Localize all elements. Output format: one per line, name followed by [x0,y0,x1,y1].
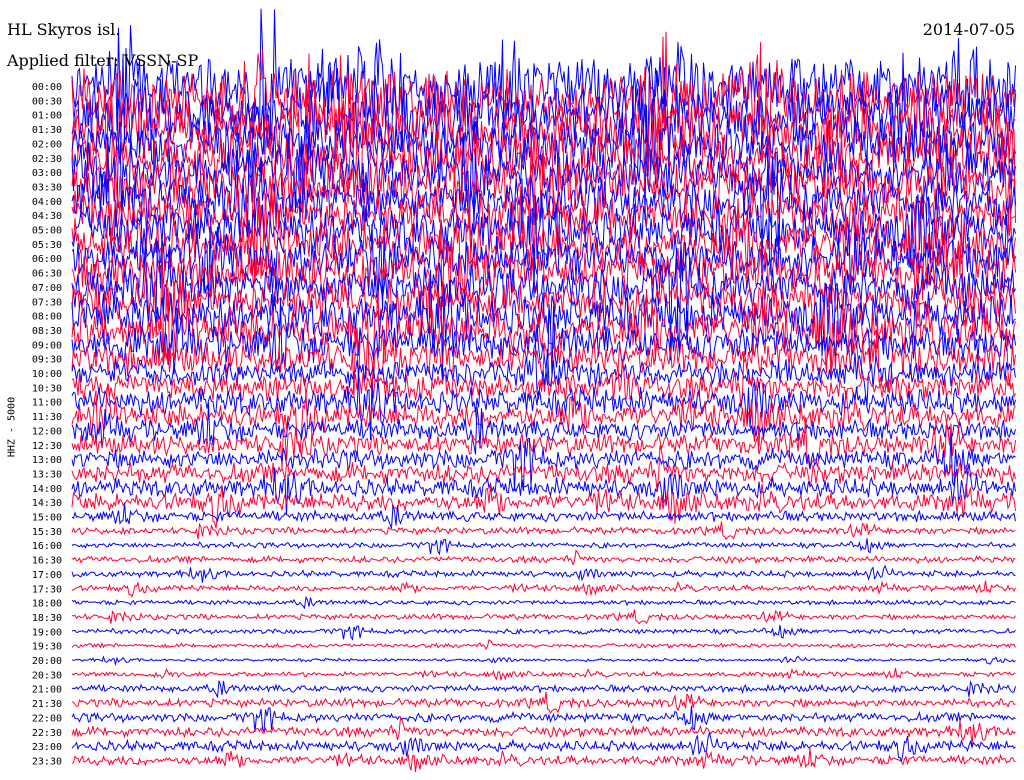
row-label: 01:30 [32,125,62,136]
row-label: 19:00 [32,627,62,638]
row-label: 16:00 [32,541,62,552]
trace-1930 [71,639,1016,651]
row-label: 02:30 [32,154,62,165]
row-label: 17:30 [32,584,62,595]
trace-1230 [71,417,1016,470]
row-label: 22:30 [32,728,62,739]
row-label: 13:30 [32,469,62,480]
row-label: 07:30 [32,297,62,308]
trace-2100 [71,680,1016,699]
row-label: 22:00 [32,713,62,724]
row-label: 05:00 [32,226,62,237]
trace-1830 [71,609,1016,625]
row-label: 18:30 [32,613,62,624]
row-label: 08:30 [32,326,62,337]
row-label: 18:00 [32,599,62,610]
trace-1630 [71,549,1016,567]
trace-1600 [71,538,1016,556]
filter-label: Applied filter: VSSN-SP [7,51,199,70]
row-label: 06:00 [32,254,62,265]
trace-1900 [71,624,1016,641]
trace-1530 [71,521,1016,541]
trace-2000 [71,655,1016,667]
row-label: 00:00 [32,82,62,93]
row-label: 14:30 [32,498,62,509]
row-label: 04:00 [32,197,62,208]
row-label: 19:30 [32,642,62,653]
row-label: 07:00 [32,283,62,294]
row-label-group: 00:00 00:30 01:00 01:30 02:00 02:30 03:00 03:30… [32,82,62,767]
row-label: 05:30 [32,240,62,251]
row-label: 10:00 [32,369,62,380]
row-label: 02:00 [32,139,62,150]
row-label: 04:30 [32,211,62,222]
row-label: 09:30 [32,355,62,366]
row-label: 12:00 [32,426,62,437]
station-title: HL Skyros isl. [7,20,121,39]
trace-2030 [71,667,1016,681]
row-label: 21:30 [32,699,62,710]
row-label: 06:30 [32,269,62,280]
trace-2230 [71,715,1016,747]
row-label: 20:30 [32,670,62,681]
row-label: 15:00 [32,513,62,524]
row-label: 14:00 [32,484,62,495]
row-label: 03:00 [32,168,62,179]
row-label: 13:00 [32,455,62,466]
row-label: 11:30 [32,412,62,423]
row-label: 23:00 [32,742,62,753]
row-label: 20:00 [32,656,62,667]
row-label: 12:30 [32,441,62,452]
date-title: 2014-07-05 [922,20,1015,39]
row-label: 00:30 [32,96,62,107]
trace-2130 [71,691,1016,715]
row-label: 15:30 [32,527,62,538]
trace-2200 [71,705,1016,733]
row-label: 17:00 [32,570,62,581]
row-label: 03:30 [32,182,62,193]
y-axis-label: HHZ - 5000 [6,396,18,458]
trace-2330 [71,747,1016,773]
row-label: 23:30 [32,756,62,767]
row-label: 21:00 [32,685,62,696]
row-label: 09:00 [32,340,62,351]
trace-1800 [71,595,1016,610]
trace-2300 [71,732,1016,764]
row-label: 11:00 [32,398,62,409]
row-label: 01:00 [32,111,62,122]
row-label: 10:30 [32,383,62,394]
row-label: 16:30 [32,556,62,567]
trace-group [71,8,1016,773]
trace-1730 [71,580,1016,598]
trace-1700 [71,564,1016,583]
row-label: 08:00 [32,312,62,323]
seismogram-plot: 00:00 00:30 01:00 01:30 02:00 02:30 03:00 03:30… [32,8,1016,773]
